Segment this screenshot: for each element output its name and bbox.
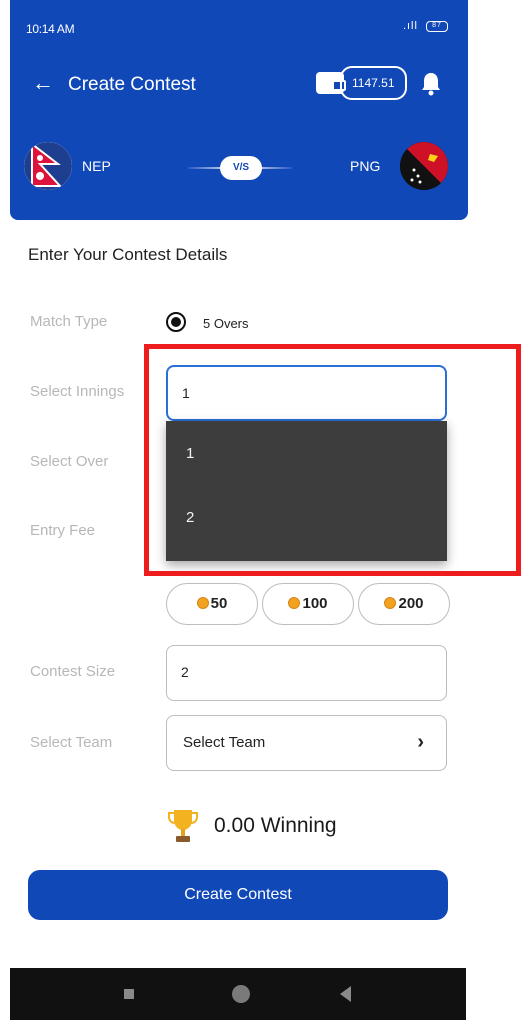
versus-badge: V/S <box>220 156 262 180</box>
app-bar: ← Create Contest 1147.51 <box>10 62 468 108</box>
entry-fee-chip-50[interactable]: 50 <box>166 583 258 625</box>
contest-size-input[interactable]: 2 <box>166 645 447 701</box>
recents-icon[interactable] <box>124 989 134 999</box>
match-type-label: Match Type <box>30 313 108 330</box>
select-team-value: Select Team <box>183 734 266 751</box>
entry-fee-chip-label: 200 <box>398 595 424 612</box>
coin-icon <box>384 597 397 609</box>
chevron-right-icon: › <box>417 731 424 753</box>
wallet-balance: 1147.51 <box>340 66 407 100</box>
entry-fee-chip-200[interactable]: 200 <box>358 583 450 625</box>
create-contest-button[interactable]: Create Contest <box>28 870 448 920</box>
winning-text: 0.00 Winning <box>214 814 337 837</box>
coin-icon <box>288 597 301 609</box>
entry-fee-chip-label: 100 <box>302 595 328 612</box>
signal-icon: .ıll <box>402 20 418 32</box>
android-nav-bar <box>10 968 466 1020</box>
status-icons: .ıll 87 <box>403 20 448 32</box>
away-team-name: PNG <box>350 158 381 174</box>
contest-size-label: Contest Size <box>30 663 116 680</box>
entry-fee-chip-100[interactable]: 100 <box>262 583 354 625</box>
highlight-box <box>144 344 521 576</box>
select-team-label: Select Team <box>30 734 113 751</box>
home-team-name: NEP <box>82 158 111 174</box>
entry-fee-label: Entry Fee <box>30 522 96 539</box>
png-flag-icon <box>400 142 448 190</box>
trophy-icon <box>168 810 198 842</box>
select-team-button[interactable]: Select Team › <box>166 715 447 771</box>
battery-icon: 87 <box>426 20 448 32</box>
page-title: Create Contest <box>68 74 196 95</box>
back-arrow-icon[interactable]: ← <box>32 72 54 94</box>
section-title: Enter Your Contest Details <box>28 245 228 264</box>
nav-back-icon[interactable] <box>340 986 351 1002</box>
entry-fee-chips: 50 100 200 <box>166 583 450 625</box>
home-icon[interactable] <box>232 985 250 1003</box>
nepal-flag-icon <box>24 142 72 190</box>
select-over-label: Select Over <box>30 453 109 470</box>
bell-icon[interactable] <box>420 70 442 96</box>
coin-icon <box>196 597 209 609</box>
entry-fee-chip-label: 50 <box>210 595 228 612</box>
match-type-option-label: 5 Overs <box>203 316 249 331</box>
select-innings-label: Select Innings <box>30 383 125 400</box>
match-banner: NEP V/S PNG <box>10 136 468 196</box>
status-bar: 10:14 AM .ıll 87 <box>10 0 468 50</box>
status-time: 10:14 AM <box>26 22 75 36</box>
match-type-radio[interactable] <box>166 312 186 332</box>
contest-size-value: 2 <box>181 664 189 680</box>
header: 10:14 AM .ıll 87 ← Create Contest 1147.5… <box>10 0 468 220</box>
